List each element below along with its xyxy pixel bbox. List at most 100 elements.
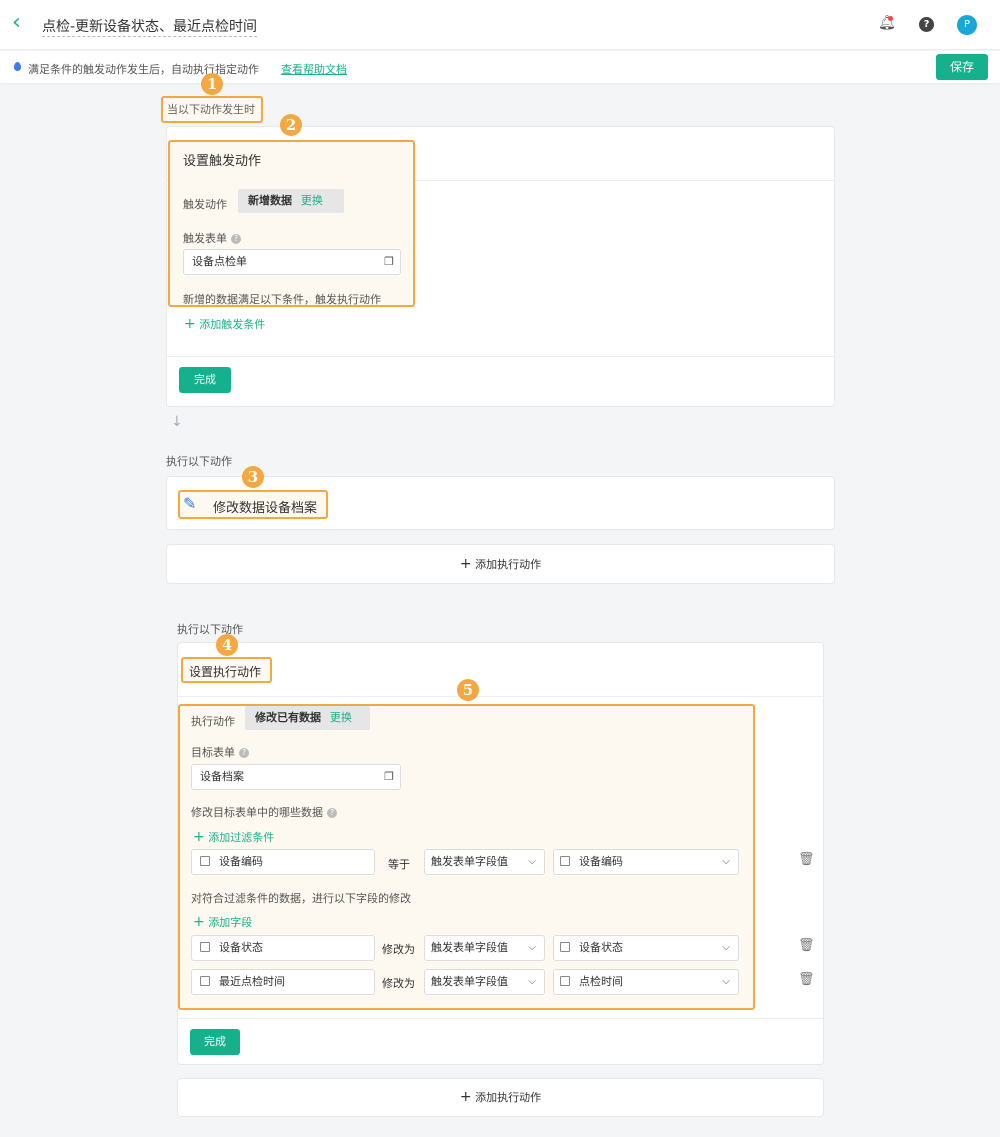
add-action-label: 添加执行动作: [475, 1091, 542, 1104]
step-badge-3: 3: [242, 466, 264, 488]
step-badge-4: 4: [216, 634, 238, 656]
trigger-form-label: 触发表单?: [183, 230, 241, 246]
help-doc-link[interactable]: 查看帮助文档: [281, 61, 347, 77]
chevron-down-icon: ⌵: [528, 942, 536, 953]
date-field-icon: [200, 976, 210, 986]
filter-field-value: 设备编码: [219, 855, 263, 868]
add-action-button[interactable]: + 添加执行动作: [177, 1078, 824, 1117]
step-badge-5: 5: [457, 679, 479, 701]
avatar[interactable]: P: [957, 15, 977, 35]
date-field-icon: [560, 976, 570, 986]
modify-operator: 修改为: [382, 943, 415, 956]
target-form-value: 设备档案: [200, 770, 244, 783]
action-item-label: 修改数据设备档案: [213, 501, 318, 516]
exec-done-button[interactable]: 完成: [190, 1029, 240, 1055]
filter-value-select[interactable]: 设备编码 ⌵: [553, 849, 739, 875]
add-filter-button[interactable]: + 添加过滤条件: [193, 829, 274, 845]
modify-source-select[interactable]: 触发表单字段值 ⌵: [424, 935, 545, 961]
modify-field-input[interactable]: 最近点检时间: [191, 969, 375, 995]
modify-value-select[interactable]: 点检时间 ⌵: [553, 969, 739, 995]
chevron-down-icon: ⌵: [528, 856, 536, 867]
exec-action-label: 执行动作: [191, 715, 235, 728]
notification-dot: [888, 16, 893, 21]
back-chevron-icon[interactable]: ‹: [12, 10, 21, 35]
trigger-action-value: 新增数据: [248, 194, 292, 207]
form-picker-icon[interactable]: ❐: [384, 765, 394, 789]
delete-filter-trash-icon[interactable]: 🗑︎: [798, 852, 815, 867]
step-badge-1: 1: [201, 73, 223, 95]
page-title[interactable]: 点检-更新设备状态、最近点检时间: [42, 16, 258, 37]
trigger-title: 设置触发动作: [183, 154, 262, 169]
modify-value: 点检时间: [579, 975, 623, 988]
target-form-input[interactable]: 设备档案 ❐: [191, 764, 401, 790]
text-field-icon: [200, 856, 210, 866]
chevron-down-icon: ⌵: [528, 976, 536, 987]
chevron-down-icon: ⌵: [722, 856, 730, 867]
trigger-action-label: 触发动作: [183, 198, 227, 211]
top-header: ‹ 点检-更新设备状态、最近点检时间 🔔︎ ? P: [0, 0, 1000, 50]
trigger-card: 设置触发动作 触发动作 新增数据 更换 触发表单? 设备点检单 ❐ 新增的数据满足…: [166, 126, 835, 407]
help-icon[interactable]: ?: [919, 17, 934, 32]
help-icon: ?: [239, 748, 249, 758]
add-filter-label: 添加过滤条件: [208, 831, 275, 844]
exec-settings-highlight: 执行动作 修改已有数据 更换 目标表单? 设备档案 ❐ 修改目标表单中的哪些数据?…: [178, 704, 755, 1010]
chevron-down-icon: ⌵: [722, 942, 730, 953]
trigger-done-button[interactable]: 完成: [179, 367, 231, 393]
exec-title: 设置执行动作: [181, 657, 272, 683]
form-picker-icon[interactable]: ❐: [384, 250, 394, 274]
help-icon: ?: [327, 808, 337, 818]
modify-field-input[interactable]: 设备状态: [191, 935, 375, 961]
info-bar: 满足条件的触发动作发生后，自动执行指定动作 查看帮助文档 保存: [0, 51, 1000, 83]
exec-card: 设置执行动作 执行动作 修改已有数据 更换 目标表单? 设备档案 ❐ 修改目标表单…: [177, 642, 824, 1065]
modify-source-select[interactable]: 触发表单字段值 ⌵: [424, 969, 545, 995]
trigger-action-pill: 新增数据 更换: [238, 189, 344, 213]
actions-section-label: 执行以下动作: [166, 455, 232, 468]
change-trigger-link[interactable]: 更换: [301, 194, 323, 207]
step-badge-2: 2: [280, 114, 302, 136]
filter-value: 设备编码: [579, 855, 623, 868]
edit-data-icon: ✎: [183, 494, 197, 513]
checkbox-field-icon: [200, 942, 210, 952]
delete-row-trash-icon[interactable]: 🗑︎: [798, 938, 815, 953]
filter-field-input[interactable]: 设备编码: [191, 849, 375, 875]
filter-source-value: 触发表单字段值: [431, 855, 508, 868]
add-trigger-condition-button[interactable]: + 添加触发条件: [184, 316, 265, 332]
which-data-label-text: 修改目标表单中的哪些数据: [191, 806, 323, 819]
modify-value: 设备状态: [579, 941, 623, 954]
delete-row-trash-icon[interactable]: 🗑︎: [798, 972, 815, 987]
bell-icon[interactable]: 🔔︎: [878, 15, 896, 31]
trigger-form-label-text: 触发表单: [183, 232, 227, 245]
trigger-form-value: 设备点检单: [192, 255, 247, 268]
help-icon: ?: [231, 234, 241, 244]
add-field-button[interactable]: + 添加字段: [193, 914, 252, 930]
modify-operator: 修改为: [382, 977, 415, 990]
location-pin-icon: [14, 62, 21, 71]
modify-hint: 对符合过滤条件的数据，进行以下字段的修改: [191, 892, 411, 905]
change-exec-link[interactable]: 更换: [330, 711, 352, 724]
filter-operator: 等于: [388, 858, 410, 871]
modify-source-value: 触发表单字段值: [431, 941, 508, 954]
exec-action-pill: 修改已有数据 更换: [245, 706, 370, 730]
add-action-button[interactable]: + 添加执行动作: [166, 544, 835, 584]
target-form-label-text: 目标表单: [191, 746, 235, 759]
text-field-icon: [560, 856, 570, 866]
filter-source-select[interactable]: 触发表单字段值 ⌵: [424, 849, 545, 875]
modify-value-select[interactable]: 设备状态 ⌵: [553, 935, 739, 961]
modify-field-value: 设备状态: [219, 941, 263, 954]
modify-field-value: 最近点检时间: [219, 975, 285, 988]
exec-section-label: 执行以下动作: [177, 623, 243, 636]
save-button[interactable]: 保存: [936, 54, 988, 80]
trigger-settings-highlight: 设置触发动作 触发动作 新增数据 更换 触发表单? 设备点检单 ❐ 新增的数据满足…: [168, 140, 415, 307]
action-item-highlight: ✎ 修改数据设备档案: [178, 490, 328, 519]
chevron-down-icon: ⌵: [722, 976, 730, 987]
flow-arrow-icon: ↓: [171, 414, 183, 430]
add-trigger-condition-label: 添加触发条件: [199, 318, 266, 331]
checkbox-field-icon: [560, 942, 570, 952]
action-card[interactable]: ✎ 修改数据设备档案: [166, 476, 835, 530]
add-action-label: 添加执行动作: [475, 558, 542, 571]
modify-source-value: 触发表单字段值: [431, 975, 508, 988]
add-field-label: 添加字段: [208, 916, 253, 929]
condition-hint: 新增的数据满足以下条件，触发执行动作: [183, 293, 381, 306]
trigger-form-input[interactable]: 设备点检单 ❐: [183, 249, 401, 275]
target-form-label: 目标表单?: [191, 744, 249, 760]
